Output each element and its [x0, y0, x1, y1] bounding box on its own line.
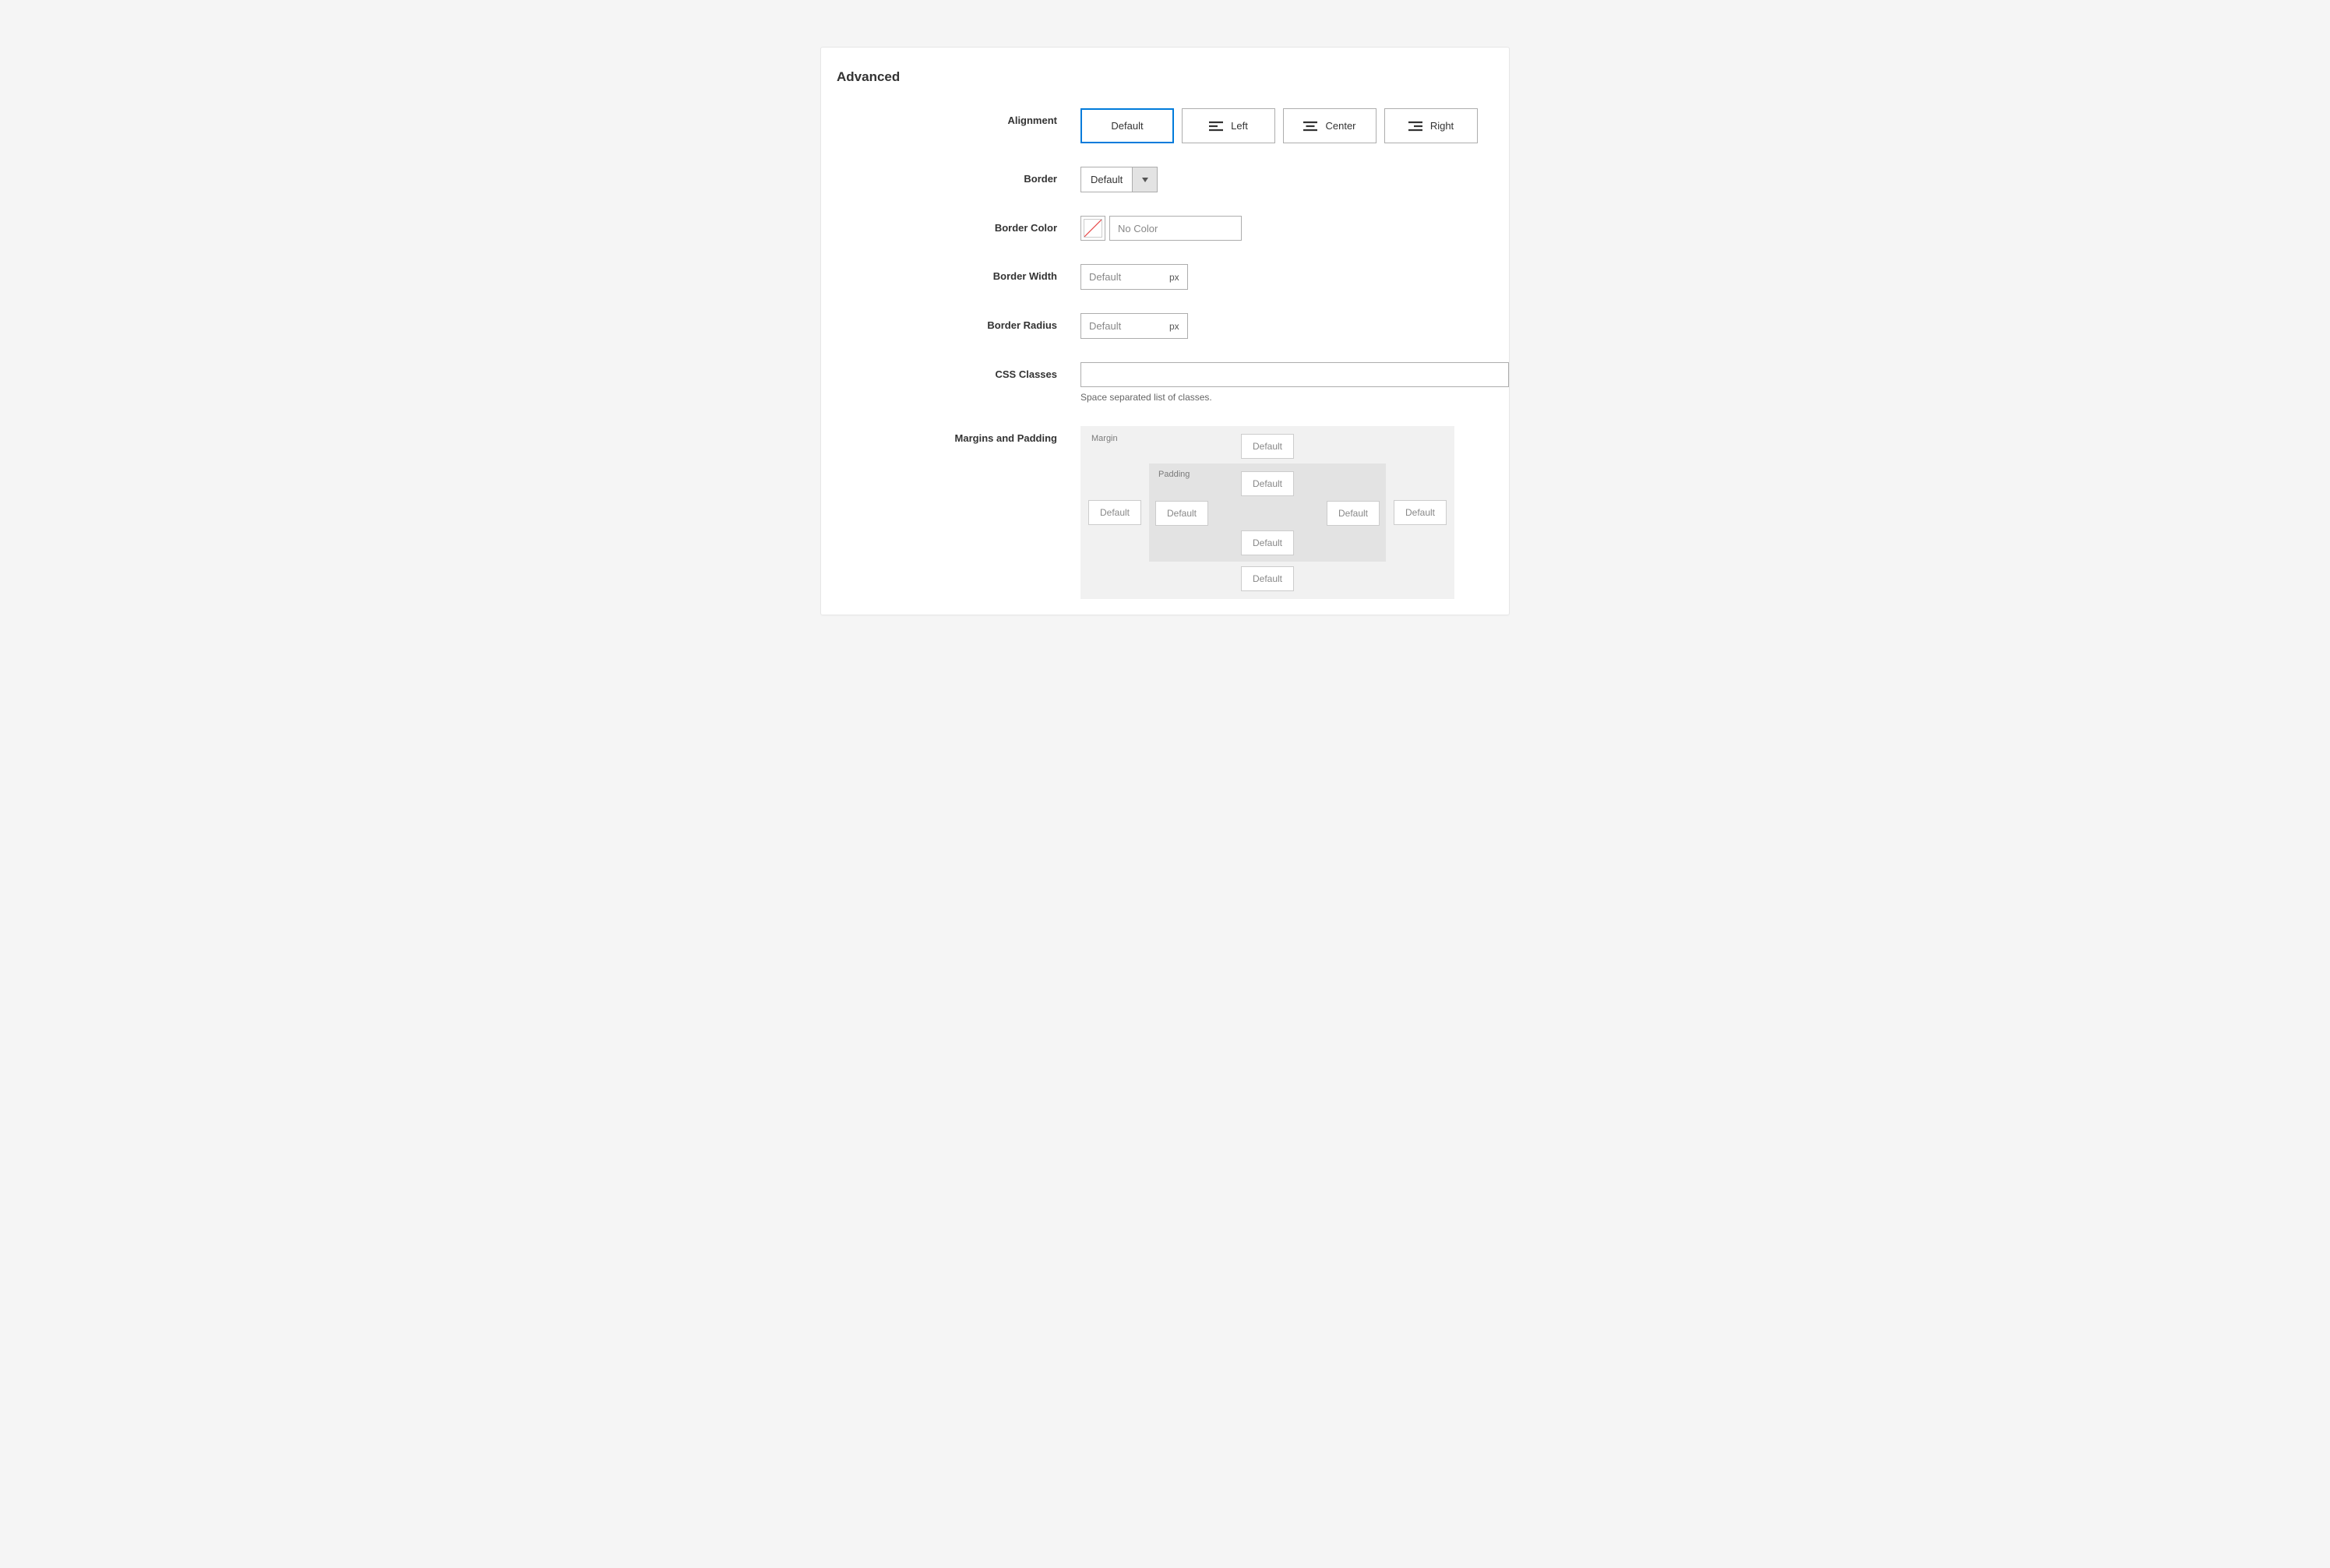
- advanced-panel: Advanced Alignment Default Left: [820, 47, 1510, 615]
- alignment-right-button[interactable]: Right: [1384, 108, 1478, 143]
- row-alignment: Alignment Default Left Center: [821, 108, 1509, 143]
- alignment-right-label: Right: [1430, 120, 1454, 132]
- padding-top-input[interactable]: [1241, 471, 1294, 496]
- row-css-classes: CSS Classes Space separated list of clas…: [821, 362, 1509, 403]
- border-select[interactable]: Default: [1080, 167, 1158, 192]
- padding-left-input[interactable]: [1155, 501, 1208, 526]
- alignment-left-button[interactable]: Left: [1182, 108, 1275, 143]
- row-border-color: Border Color: [821, 216, 1509, 241]
- border-color-input[interactable]: [1109, 216, 1242, 241]
- label-border-color: Border Color: [821, 216, 1080, 234]
- label-css-classes: CSS Classes: [821, 362, 1080, 380]
- margin-top-input[interactable]: [1241, 434, 1294, 459]
- alignment-default-button[interactable]: Default: [1080, 108, 1174, 143]
- row-border-radius: Border Radius px: [821, 313, 1509, 339]
- align-right-icon: [1408, 121, 1422, 132]
- box-model-editor: Margin Padding: [1080, 426, 1454, 599]
- label-border-width: Border Width: [821, 264, 1080, 282]
- align-left-icon: [1209, 121, 1223, 132]
- alignment-group: Default Left Center: [1080, 108, 1509, 143]
- margin-left-input[interactable]: [1088, 500, 1141, 525]
- label-alignment: Alignment: [821, 108, 1080, 126]
- padding-bottom-input[interactable]: [1241, 530, 1294, 555]
- css-classes-input[interactable]: [1080, 362, 1509, 387]
- padding-right-input[interactable]: [1327, 501, 1380, 526]
- alignment-default-label: Default: [1111, 120, 1143, 132]
- alignment-center-button[interactable]: Center: [1283, 108, 1376, 143]
- label-border-radius: Border Radius: [821, 313, 1080, 331]
- css-classes-hint: Space separated list of classes.: [1080, 392, 1509, 403]
- border-select-value: Default: [1081, 167, 1132, 192]
- padding-box: Padding: [1149, 463, 1386, 562]
- row-border-width: Border Width px: [821, 264, 1509, 290]
- margin-bottom-input[interactable]: [1241, 566, 1294, 591]
- label-margins-padding: Margins and Padding: [821, 426, 1080, 444]
- border-color-swatch[interactable]: [1080, 216, 1105, 241]
- border-width-suffix: px: [1169, 265, 1187, 289]
- alignment-left-label: Left: [1231, 120, 1248, 132]
- margin-right-input[interactable]: [1394, 500, 1447, 525]
- border-radius-input[interactable]: [1081, 314, 1169, 338]
- row-margins-padding: Margins and Padding Margin Padding: [821, 426, 1509, 599]
- label-border: Border: [821, 167, 1080, 185]
- row-border: Border Default: [821, 167, 1509, 192]
- border-radius-suffix: px: [1169, 314, 1187, 338]
- align-center-icon: [1303, 121, 1317, 132]
- chevron-down-icon[interactable]: [1132, 167, 1157, 192]
- panel-title: Advanced: [821, 69, 1509, 108]
- alignment-center-label: Center: [1325, 120, 1355, 132]
- no-color-icon: [1084, 219, 1102, 238]
- border-width-input[interactable]: [1081, 265, 1169, 289]
